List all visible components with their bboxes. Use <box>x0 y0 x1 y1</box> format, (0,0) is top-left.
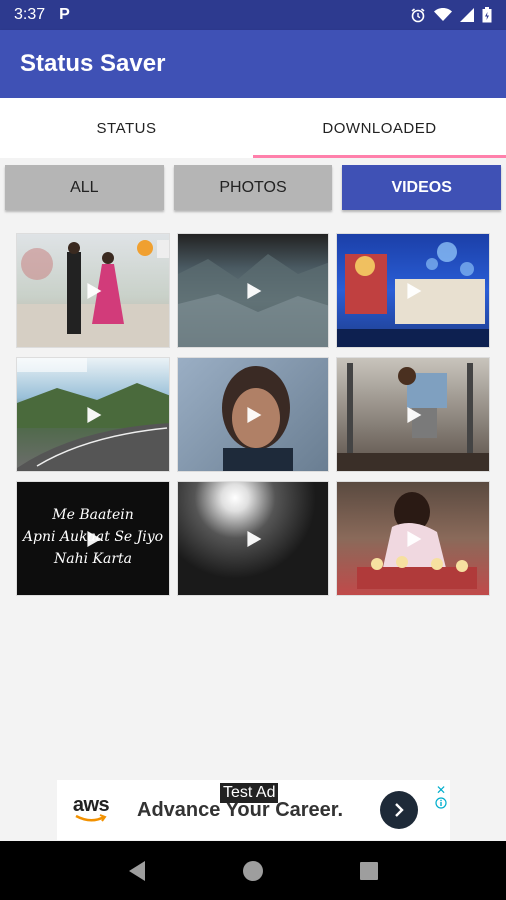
aws-logo: aws <box>57 795 125 824</box>
play-icon <box>247 282 262 299</box>
status-time: 3:37 <box>14 6 46 23</box>
home-icon[interactable] <box>241 859 265 883</box>
video-thumbnail[interactable] <box>16 357 170 472</box>
video-grid: Me Baatein Apni Aukaat Se Jiyo Nahi Karta <box>16 233 492 596</box>
thumbnail-quote-line: Nahi Karta <box>53 551 132 567</box>
play-icon <box>87 282 102 299</box>
filter-videos-button[interactable]: VIDEOS <box>342 165 502 210</box>
video-thumbnail[interactable] <box>177 481 329 596</box>
video-thumbnail[interactable] <box>16 233 170 348</box>
video-thumbnail[interactable]: Me Baatein Apni Aukaat Se Jiyo Nahi Karta <box>16 481 170 596</box>
battery-icon <box>482 7 492 23</box>
ad-choices[interactable]: ✕ <box>435 783 447 809</box>
chevron-right-icon <box>395 803 404 817</box>
video-thumbnail[interactable] <box>336 357 490 472</box>
video-thumbnail[interactable] <box>336 481 490 596</box>
status-bar: 3:37 P <box>0 0 506 30</box>
play-icon <box>247 406 262 423</box>
recents-icon[interactable] <box>359 861 379 881</box>
tab-bar: STATUS DOWNLOADED <box>0 98 506 158</box>
status-icons <box>410 7 492 23</box>
play-icon <box>407 530 422 547</box>
tab-downloaded[interactable]: DOWNLOADED <box>253 98 506 158</box>
play-icon <box>87 406 102 423</box>
ad-close-icon[interactable]: ✕ <box>436 783 446 797</box>
filter-photos-button[interactable]: PHOTOS <box>173 165 333 210</box>
navigation-bar <box>0 841 506 900</box>
tab-status[interactable]: STATUS <box>0 98 253 158</box>
video-thumbnail[interactable] <box>336 233 490 348</box>
alarm-icon <box>411 8 425 23</box>
play-icon <box>87 530 102 547</box>
app-title: Status Saver <box>20 50 166 77</box>
thumbnail-quote-line: Me Baatein <box>52 507 134 523</box>
app-bar: Status Saver <box>0 30 506 98</box>
ad-arrow-button[interactable] <box>380 791 418 829</box>
parking-notification-icon: P <box>59 6 70 23</box>
play-icon <box>407 282 422 299</box>
play-icon <box>407 406 422 423</box>
video-thumbnail[interactable] <box>177 233 329 348</box>
video-thumbnail[interactable] <box>177 357 329 472</box>
aws-smile-icon <box>75 814 107 822</box>
test-ad-badge: Test Ad <box>220 783 279 803</box>
filter-all-button[interactable]: ALL <box>5 165 164 210</box>
signal-icon <box>460 8 474 22</box>
play-icon <box>247 530 262 547</box>
wifi-icon <box>434 8 452 21</box>
media-filter-row: ALL PHOTOS VIDEOS <box>0 165 506 210</box>
back-icon[interactable] <box>127 860 147 882</box>
ad-info-icon[interactable] <box>435 797 447 809</box>
